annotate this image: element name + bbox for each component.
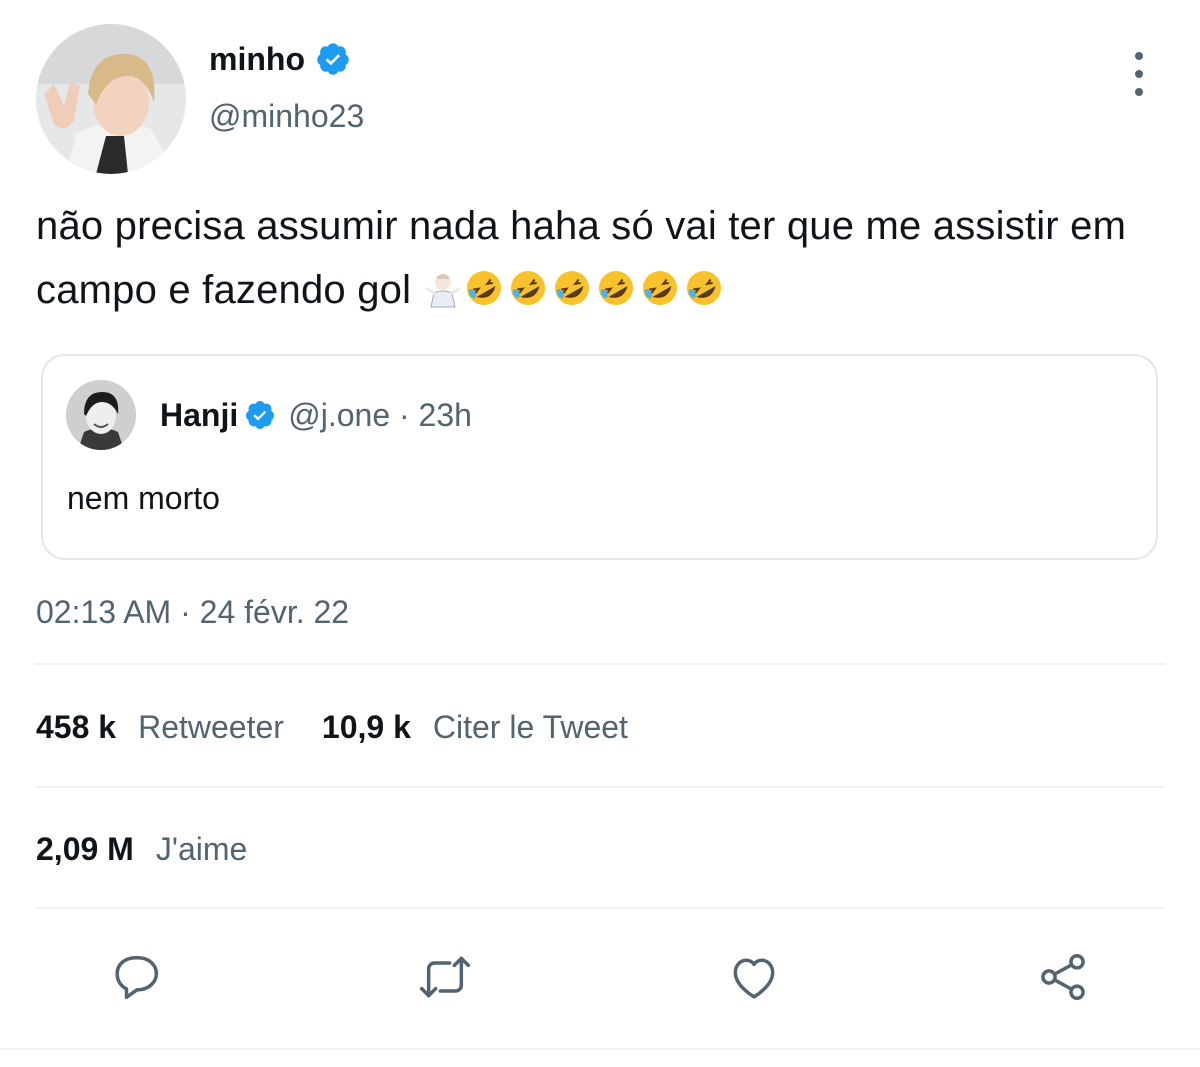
quoted-handle-time[interactable]: @j.one · 23h: [288, 395, 472, 435]
quotes-stat[interactable]: 10,9 k Citer le Tweet: [322, 707, 628, 747]
retweets-stat[interactable]: 458 k Retweeter: [36, 707, 284, 747]
like-button[interactable]: [722, 945, 786, 1009]
like-icon: [733, 958, 775, 999]
likes-stat[interactable]: 2,09 M J'aime: [36, 829, 247, 869]
verified-badge-icon: [246, 401, 275, 429]
quoted-author-avatar[interactable]: [66, 380, 136, 450]
verified-badge-icon: [317, 43, 349, 75]
quoted-avatar-photo: [66, 380, 136, 450]
tweet-timestamp[interactable]: 02:13 AM · 24 févr. 22: [36, 592, 349, 632]
stats-row: 458 k Retweeter 10,9 k Citer le Tweet: [36, 707, 628, 747]
likes-label: J'aime: [155, 831, 248, 867]
tweet-text: não precisa assumir nada haha só vai ter…: [36, 194, 1166, 328]
rolling-on-floor-laughing-emoji: [639, 264, 681, 328]
retweets-label: Retweeter: [138, 709, 284, 745]
man-shrugging-emoji: [425, 264, 461, 328]
author-avatar[interactable]: [36, 24, 186, 174]
share-icon: [1041, 954, 1085, 1000]
more-dot: [1135, 52, 1143, 60]
likes-count: 2,09 M: [36, 831, 134, 867]
divider: [35, 786, 1165, 788]
rolling-on-floor-laughing-emoji: [463, 264, 505, 328]
reply-button[interactable]: [105, 945, 169, 1009]
quoted-tweet-text: nem morto: [67, 480, 220, 516]
retweet-icon: [419, 956, 471, 998]
avatar-photo: [36, 24, 186, 174]
divider: [0, 1048, 1200, 1050]
more-dot: [1135, 70, 1143, 78]
divider: [35, 663, 1165, 665]
more-options-icon[interactable]: [1121, 52, 1157, 96]
share-button[interactable]: [1031, 945, 1095, 1009]
rolling-on-floor-laughing-emoji: [551, 264, 593, 328]
retweet-button[interactable]: [413, 945, 477, 1009]
rolling-on-floor-laughing-emoji: [507, 264, 549, 328]
retweets-count: 458 k: [36, 709, 117, 745]
author-name[interactable]: minho: [209, 40, 305, 78]
quotes-count: 10,9 k: [321, 709, 411, 745]
rolling-on-floor-laughing-emoji: [683, 264, 725, 328]
rolling-on-floor-laughing-emoji: [595, 264, 637, 328]
quoted-author-name[interactable]: Hanji: [160, 395, 238, 435]
quoted-tweet-card[interactable]: [41, 354, 1158, 560]
more-dot: [1135, 88, 1143, 96]
quotes-label: Citer le Tweet: [432, 709, 628, 745]
reply-icon: [115, 956, 159, 1000]
author-handle[interactable]: @minho23: [209, 97, 364, 135]
divider: [35, 907, 1165, 909]
